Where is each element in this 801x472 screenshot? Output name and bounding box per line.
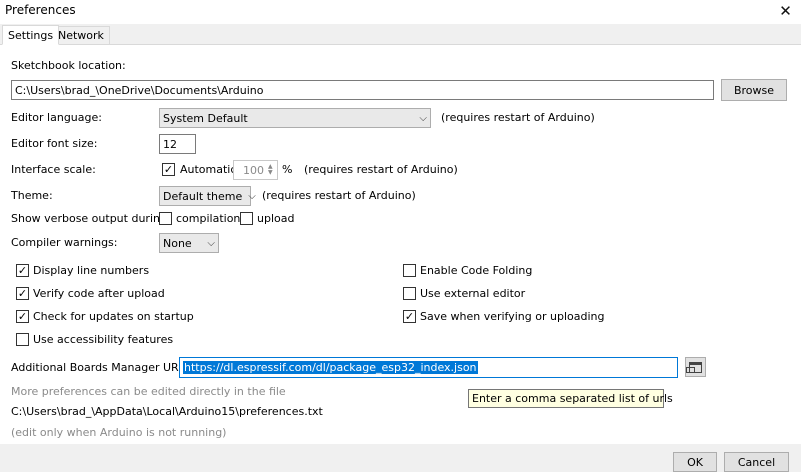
title-bar (0, 0, 801, 24)
edit-note-text: (edit only when Arduino is not running) (11, 426, 227, 439)
auto-scale-checkbox[interactable]: ✓ (162, 163, 175, 176)
check-updates-label: Check for updates on startup (33, 310, 194, 323)
accessibility-label: Use accessibility features (33, 333, 174, 346)
tab-settings[interactable]: Settings (2, 25, 60, 45)
display-line-numbers-checkbox[interactable]: ✓ (16, 264, 29, 277)
cancel-button[interactable]: Cancel (724, 452, 789, 472)
verify-after-upload-checkbox[interactable]: ✓ (16, 287, 29, 300)
external-editor-checkbox[interactable] (403, 287, 416, 300)
scale-unit: % (282, 163, 293, 176)
ok-button[interactable]: OK (673, 452, 717, 472)
spinner-arrows-icon: ▲ ▼ (268, 163, 273, 176)
checkmark-icon: ✓ (404, 310, 415, 323)
verbose-compilation-label: compilation (176, 212, 241, 225)
code-folding-label: Enable Code Folding (420, 264, 533, 277)
browse-button[interactable]: Browse (721, 79, 787, 101)
close-button[interactable]: ✕ (770, 0, 801, 22)
checkmark-icon: ✓ (17, 264, 28, 277)
verbose-label: Show verbose output during: (11, 212, 171, 225)
boards-urls-input[interactable]: https://dl.espressif.com/dl/package_esp3… (179, 357, 678, 378)
theme-select[interactable]: Default theme ⌵ (159, 186, 256, 206)
warnings-select[interactable]: None ⌵ (159, 233, 219, 253)
window-title: Preferences (5, 3, 76, 17)
sketchbook-label: Sketchbook location: (11, 59, 126, 72)
scale-note: (requires restart of Arduino) (304, 163, 458, 176)
language-note: (requires restart of Arduino) (441, 111, 595, 124)
font-size-input[interactable]: 12 (159, 134, 196, 154)
theme-label: Theme: (11, 189, 53, 202)
language-value: System Default (163, 111, 248, 125)
auto-scale-label: Automatic (180, 163, 237, 176)
boards-urls-tooltip: Enter a comma separated list of urls (468, 389, 673, 408)
scale-spinner[interactable]: 100 ▲ ▼ (233, 160, 278, 180)
close-icon: ✕ (779, 2, 792, 20)
font-size-label: Editor font size: (11, 137, 98, 150)
chevron-down-icon: ⌵ (419, 112, 427, 124)
scale-value: 100 (243, 163, 264, 177)
external-editor-label: Use external editor (420, 287, 526, 300)
more-prefs-text: More preferences can be edited directly … (11, 385, 286, 398)
checkmark-icon: ✓ (17, 287, 28, 300)
chevron-down-icon: ⌵ (248, 190, 256, 202)
font-size-value: 12 (163, 137, 177, 151)
code-folding-checkbox[interactable] (403, 264, 416, 277)
language-label: Editor language: (11, 111, 102, 124)
checkmark-icon: ✓ (17, 310, 28, 323)
language-select[interactable]: System Default ⌵ (159, 108, 431, 128)
boards-urls-label: Additional Boards Manager URLs: (11, 361, 195, 374)
boards-urls-value: https://dl.espressif.com/dl/package_esp3… (183, 361, 478, 374)
check-updates-checkbox[interactable]: ✓ (16, 310, 29, 323)
verbose-upload-label: upload (257, 212, 295, 225)
checkmark-icon: ✓ (163, 163, 174, 176)
sketchbook-value: C:\Users\brad_\OneDrive\Documents\Arduin… (15, 83, 264, 97)
warnings-label: Compiler warnings: (11, 236, 118, 249)
chevron-down-icon: ⌵ (207, 237, 215, 249)
save-on-verify-label: Save when verifying or uploading (420, 310, 605, 323)
warnings-value: None (163, 236, 192, 250)
scale-label: Interface scale: (11, 163, 96, 176)
save-on-verify-checkbox[interactable]: ✓ (403, 310, 416, 323)
window-icon (686, 361, 702, 373)
tab-network[interactable]: Network (52, 26, 110, 45)
display-line-numbers-label: Display line numbers (33, 264, 150, 277)
theme-value: Default theme (163, 189, 243, 203)
boards-urls-edit-button[interactable] (685, 357, 706, 377)
verify-after-upload-label: Verify code after upload (33, 287, 165, 300)
theme-note: (requires restart of Arduino) (262, 189, 416, 202)
sketchbook-input[interactable]: C:\Users\brad_\OneDrive\Documents\Arduin… (11, 80, 714, 100)
preferences-path[interactable]: C:\Users\brad_\AppData\Local\Arduino15\p… (11, 405, 323, 418)
verbose-upload-checkbox[interactable] (240, 212, 253, 225)
accessibility-checkbox[interactable] (16, 333, 29, 346)
verbose-compilation-checkbox[interactable] (159, 212, 172, 225)
